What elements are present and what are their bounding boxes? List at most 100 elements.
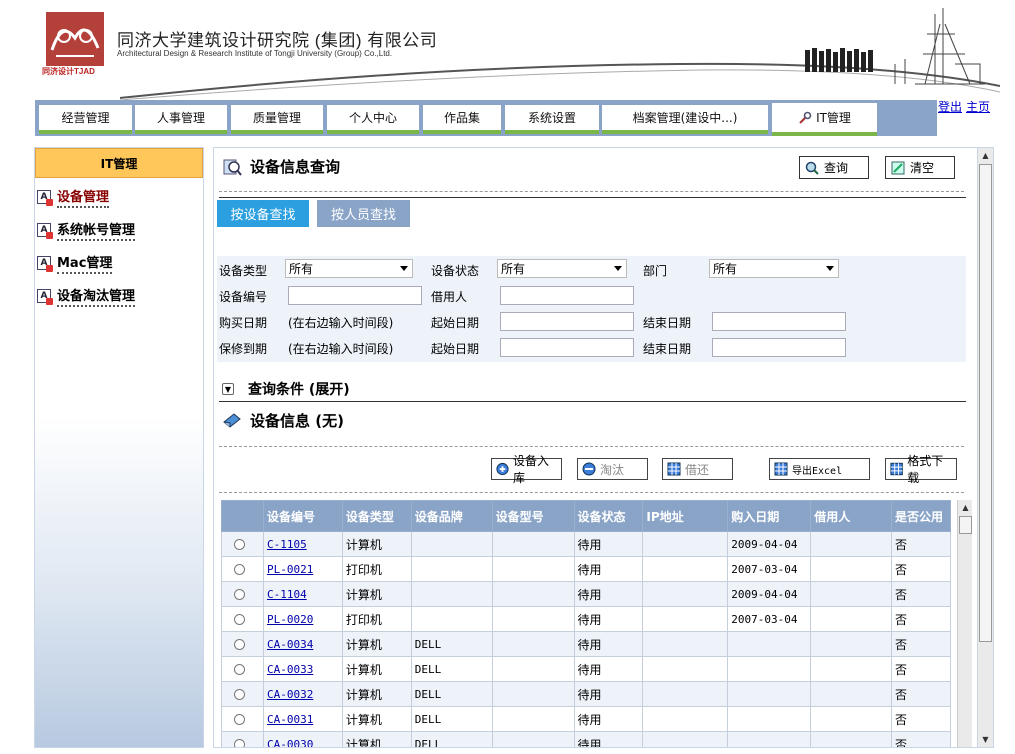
device-no-link[interactable]: C-1104 — [267, 588, 307, 601]
stock-in-button[interactable]: 设备入库 — [491, 454, 562, 485]
row-select-cell — [221, 581, 264, 607]
table-cell — [810, 731, 893, 747]
purchase-start-input[interactable] — [500, 312, 634, 331]
scroll-down-icon[interactable]: ▼ — [978, 732, 993, 747]
column-header[interactable]: 设备编号 — [262, 500, 343, 532]
table-cell: DELL — [410, 681, 493, 707]
nav-tab-hr[interactable]: 人事管理 — [135, 105, 227, 134]
device-no-link[interactable]: CA-0031 — [267, 713, 313, 726]
dept-select[interactable]: 所有 — [709, 259, 839, 278]
sidebar-item-retire-mgmt[interactable]: A 设备淘汰管理 — [35, 279, 203, 312]
device-no-link[interactable]: PL-0020 — [267, 613, 313, 626]
chevron-down-icon — [614, 266, 622, 271]
nav-tab-settings[interactable]: 系统设置 — [505, 105, 599, 134]
sidebar-item-mac-mgmt[interactable]: A Mac管理 — [35, 246, 203, 279]
warranty-end-input[interactable] — [712, 338, 846, 357]
purchase-end-input[interactable] — [712, 312, 846, 331]
nav-tab-personal[interactable]: 个人中心 — [327, 105, 419, 134]
nav-tab-it[interactable]: IT管理 — [772, 103, 877, 136]
table-row[interactable]: PL-0021 打印机 待用 2007-03-04 否 — [221, 556, 951, 582]
device-no-input[interactable] — [288, 286, 422, 305]
stock-in-label: 设备入库 — [513, 454, 550, 485]
home-link[interactable]: 主页 — [966, 100, 990, 114]
table-row[interactable]: CA-0032 计算机 DELL 待用 否 — [221, 681, 951, 707]
warranty-end-label: 结束日期 — [643, 342, 692, 356]
tab-search-by-person[interactable]: 按人员查找 — [317, 200, 410, 227]
device-type-label: 设备类型 — [219, 264, 268, 278]
borrower-input[interactable] — [500, 286, 634, 305]
column-header[interactable]: 设备型号 — [491, 500, 575, 532]
device-no-link[interactable]: C-1105 — [267, 538, 307, 551]
table-cell — [810, 581, 893, 607]
page-scrollbar[interactable]: ▲ ▼ — [977, 147, 994, 748]
table-row[interactable]: PL-0020 打印机 待用 2007-03-04 否 — [221, 606, 951, 632]
device-type-select[interactable]: 所有 — [285, 259, 413, 278]
export-excel-button[interactable]: 导出Excel — [769, 458, 870, 480]
template-download-button[interactable]: 格式下载 — [885, 454, 957, 485]
chevron-down-icon: ▼ — [222, 383, 234, 395]
clear-button[interactable]: 清空 — [885, 156, 955, 179]
row-radio[interactable] — [234, 638, 245, 650]
table-cell: 计算机 — [341, 581, 412, 607]
table-row[interactable]: CA-0034 计算机 DELL 待用 否 — [221, 631, 951, 657]
table-row[interactable]: CA-0033 计算机 DELL 待用 否 — [221, 656, 951, 682]
row-radio[interactable] — [234, 713, 245, 725]
device-no-link[interactable]: CA-0030 — [267, 738, 313, 747]
row-select-cell — [221, 656, 264, 682]
column-header[interactable]: 借用人 — [810, 500, 893, 532]
column-header[interactable]: 购入日期 — [727, 500, 812, 532]
device-no-link[interactable]: CA-0033 — [267, 663, 313, 676]
document-icon: A — [37, 288, 53, 305]
table-scrollbar[interactable]: ▲ — [957, 500, 973, 747]
scroll-thumb[interactable] — [959, 516, 972, 534]
chevron-down-icon — [400, 266, 408, 271]
scroll-up-icon[interactable]: ▲ — [958, 500, 973, 515]
nav-tab-archive[interactable]: 档案管理(建设中...) — [602, 105, 768, 134]
row-radio[interactable] — [234, 538, 245, 550]
page-title-row: 设备信息查询 查询 清空 — [214, 148, 977, 186]
column-header[interactable]: 设备类型 — [341, 500, 412, 532]
logout-link[interactable]: 登出 — [938, 100, 962, 114]
row-radio[interactable] — [234, 563, 245, 575]
scroll-up-icon[interactable]: ▲ — [978, 148, 993, 163]
table-cell: C-1104 — [262, 581, 343, 607]
sidebar-item-device-mgmt[interactable]: A 设备管理 — [35, 180, 203, 213]
column-header[interactable]: 设备状态 — [573, 500, 644, 532]
row-radio[interactable] — [234, 688, 245, 700]
row-radio[interactable] — [234, 588, 245, 600]
condition-toggle[interactable]: ▼ 查询条件 (展开) — [222, 380, 350, 398]
query-button[interactable]: 查询 — [799, 156, 869, 179]
row-radio[interactable] — [234, 738, 245, 747]
row-radio[interactable] — [234, 663, 245, 675]
table-row[interactable]: C-1104 计算机 待用 2009-04-04 否 — [221, 581, 951, 607]
table-cell: 计算机 — [341, 656, 412, 682]
column-header[interactable]: IP地址 — [642, 500, 729, 532]
scroll-thumb[interactable] — [979, 164, 992, 642]
column-header[interactable]: 设备品牌 — [410, 500, 493, 532]
chevron-down-icon — [826, 266, 834, 271]
column-header[interactable]: 是否公用 — [891, 500, 951, 532]
table-row[interactable]: C-1105 计算机 待用 2009-04-04 否 — [221, 531, 951, 557]
row-radio[interactable] — [234, 613, 245, 625]
device-status-select[interactable]: 所有 — [497, 259, 627, 278]
table-row[interactable]: CA-0031 计算机 DELL 待用 否 — [221, 706, 951, 732]
table-cell — [642, 681, 729, 707]
document-icon: A — [37, 189, 53, 206]
device-no-link[interactable]: PL-0021 — [267, 563, 313, 576]
nav-tab-business[interactable]: 经营管理 — [39, 105, 132, 134]
table-cell — [491, 656, 575, 682]
borrow-return-button[interactable]: 借还 — [662, 458, 733, 480]
retire-button[interactable]: 淘汰 — [577, 458, 648, 480]
skyline-illustration — [805, 8, 985, 85]
device-no-link[interactable]: CA-0032 — [267, 688, 313, 701]
nav-tab-quality[interactable]: 质量管理 — [231, 105, 323, 134]
device-no-link[interactable]: CA-0034 — [267, 638, 313, 651]
sidebar-title: IT管理 — [35, 148, 203, 178]
tab-search-by-device[interactable]: 按设备查找 — [217, 200, 309, 227]
sidebar-item-account-mgmt[interactable]: A 系统帐号管理 — [35, 213, 203, 246]
row-select-cell — [221, 731, 264, 747]
table-cell: 否 — [891, 656, 951, 682]
nav-tab-works[interactable]: 作品集 — [423, 105, 501, 134]
warranty-start-input[interactable] — [500, 338, 634, 357]
table-row[interactable]: CA-0030 计算机 DELL 待用 否 — [221, 731, 951, 747]
